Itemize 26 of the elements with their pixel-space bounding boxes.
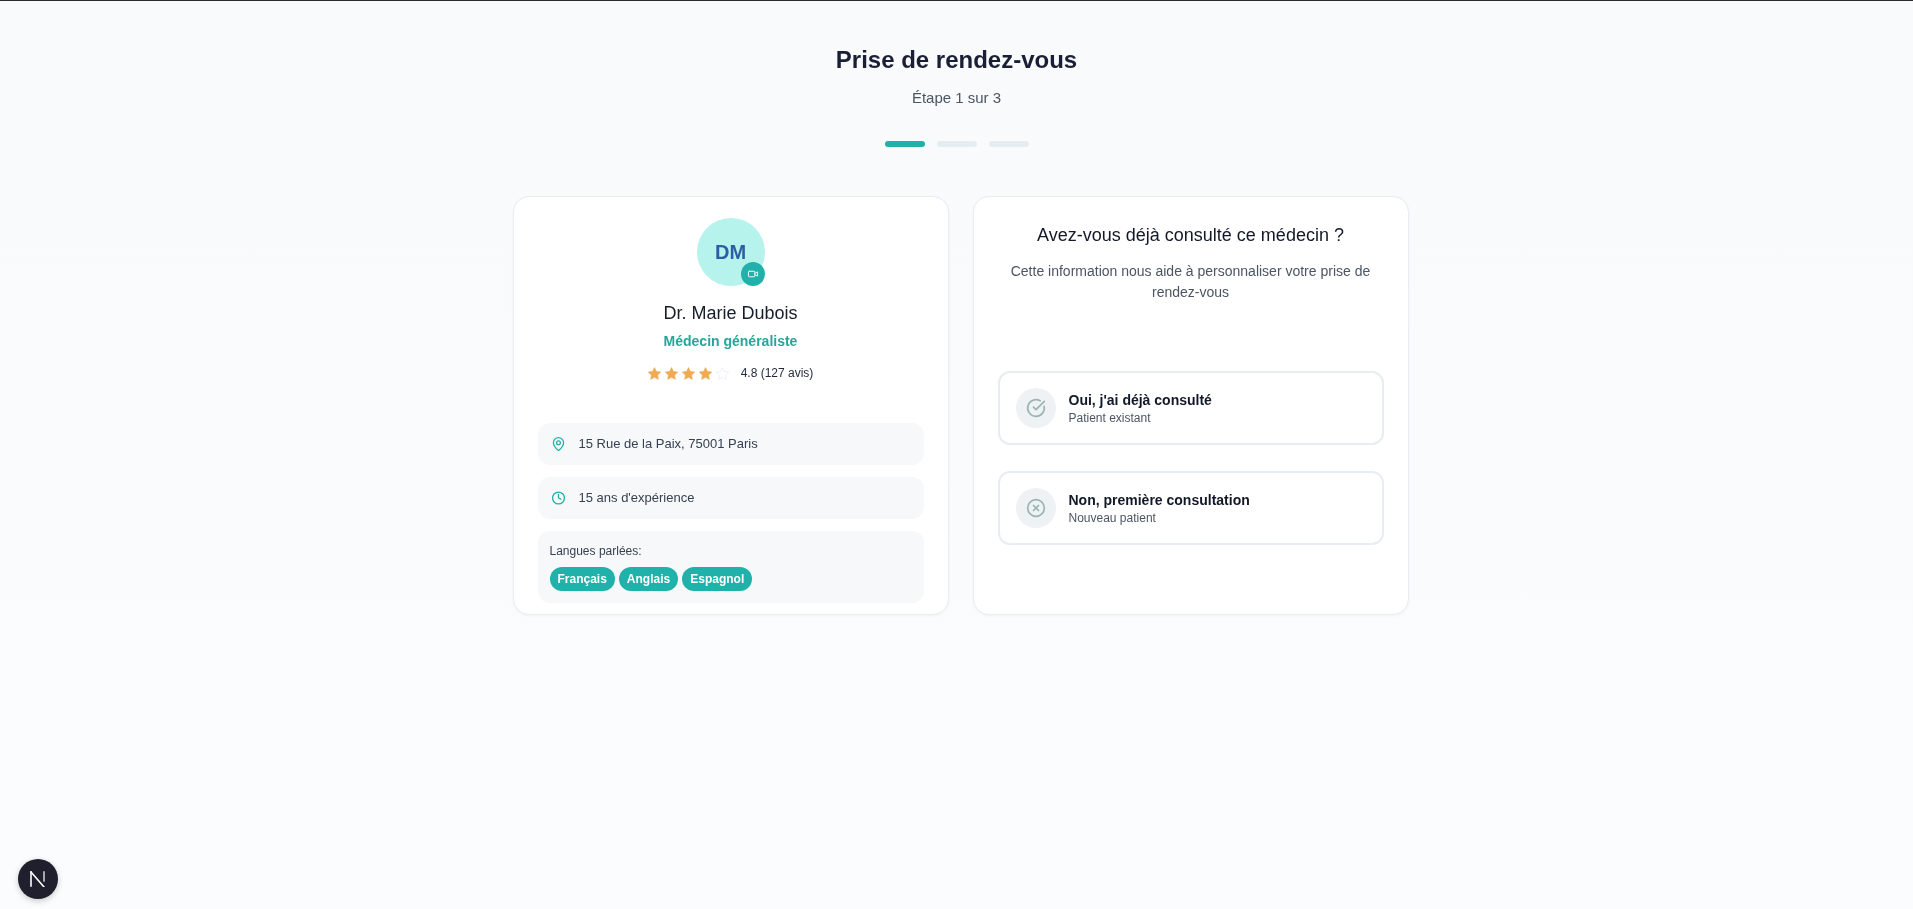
x-circle-icon <box>1015 488 1056 528</box>
star-icon <box>698 366 712 380</box>
experience-text: 15 ans d'expérience <box>578 489 695 507</box>
option-button[interactable]: Oui, j'ai déjà consulté Patient existant <box>997 371 1384 445</box>
star-icon <box>647 366 661 380</box>
star-icon <box>681 366 695 380</box>
n-logo-icon <box>30 871 46 887</box>
clock-icon <box>551 491 565 505</box>
dev-tools-button[interactable] <box>18 859 58 899</box>
languages-label: Langues parlées: <box>549 543 642 559</box>
step-counter: Étape 1 sur 3 <box>911 88 1002 108</box>
doctor-name: Dr. Marie Dubois <box>663 302 798 325</box>
star-icon <box>664 366 678 380</box>
language-tag: Français <box>549 567 615 591</box>
language-tag: Espagnol <box>682 567 753 591</box>
doctor-specialty: Médecin généraliste <box>663 332 798 351</box>
avatar-initials: DM <box>696 218 765 286</box>
option-button[interactable]: Non, première consultation Nouveau patient <box>997 471 1384 545</box>
check-circle-icon <box>1015 388 1056 428</box>
location-pin-icon <box>551 437 565 451</box>
rating-text: 4.8 (127 avis) <box>740 365 814 381</box>
question-description: Cette information nous aide à personnaliser votre prise de rendez-vous <box>1009 262 1372 302</box>
language-tag: Anglais <box>618 567 679 591</box>
address-text: 15 Rue de la Paix, 75001 Paris <box>578 435 758 453</box>
question-title: Avez-vous déjà consulté ce médecin ? <box>1037 224 1344 247</box>
page-title: Prise de rendez-vous <box>835 45 1078 75</box>
